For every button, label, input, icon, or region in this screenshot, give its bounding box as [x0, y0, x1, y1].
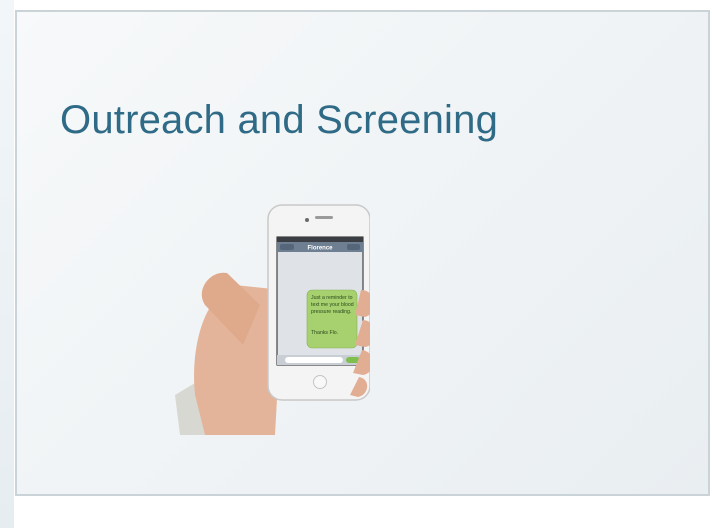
hand-holding-phone-image: Florence Just a reminder to text me your… [165, 195, 376, 435]
message-input[interactable] [285, 357, 343, 363]
camera-dot [305, 218, 309, 222]
contact-name: Florence [307, 246, 333, 252]
home-button[interactable] [313, 375, 327, 389]
slide-title: Outreach and Screening [60, 98, 499, 142]
message-line: Thanks Flo. [311, 330, 338, 336]
left-rail [0, 0, 14, 528]
status-bar [277, 237, 363, 242]
earpiece [315, 216, 333, 219]
message-line: text me your blood [311, 302, 354, 308]
edit-button[interactable] [347, 244, 360, 250]
message-line: pressure reading. [311, 309, 351, 315]
phone-illustration: Florence Just a reminder to text me your… [175, 204, 376, 435]
message-line: Just a reminder to [311, 295, 353, 301]
back-button[interactable] [280, 244, 294, 250]
